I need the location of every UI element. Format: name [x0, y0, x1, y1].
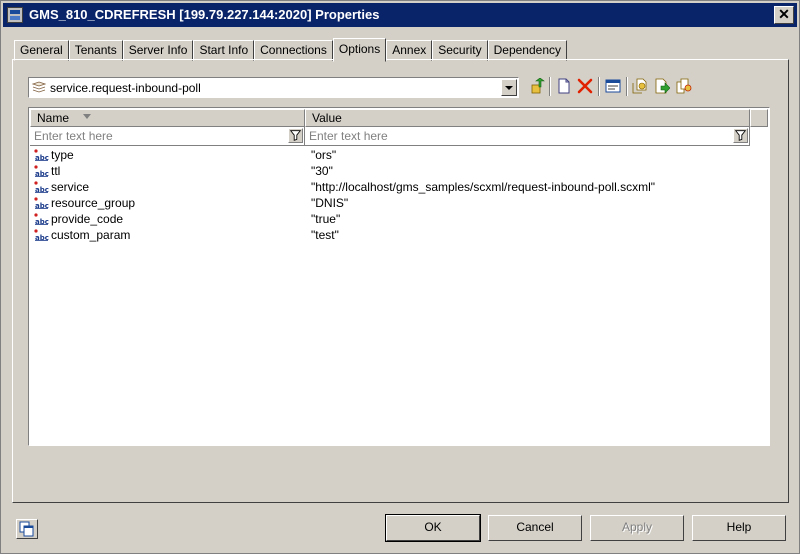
ok-button[interactable]: OK: [385, 514, 481, 542]
column-header-name[interactable]: Name: [30, 109, 305, 127]
tab-annex[interactable]: Annex: [386, 40, 433, 61]
filter-icon[interactable]: [733, 128, 748, 143]
name-filter: [30, 127, 305, 146]
svg-text:abc: abc: [35, 154, 49, 161]
value-filter: [305, 127, 750, 146]
section-selector[interactable]: service.request-inbound-poll: [28, 77, 519, 98]
tab-server-info[interactable]: Server Info: [122, 40, 194, 61]
string-type-icon: abc: [34, 213, 49, 225]
toolbar-separator: [598, 77, 600, 96]
tab-security[interactable]: Security: [432, 40, 488, 61]
table-row[interactable]: abc provide_code "true": [30, 211, 767, 227]
move-up-icon[interactable]: [529, 78, 545, 94]
string-type-icon: abc: [34, 229, 49, 241]
option-name: resource_group: [51, 196, 136, 210]
help-button[interactable]: Help: [692, 515, 786, 541]
filter-icon[interactable]: [288, 128, 303, 143]
svg-text:abc: abc: [35, 186, 49, 193]
column-header-value-label: Value: [312, 111, 342, 125]
window-title: GMS_810_CDREFRESH [199.79.227.144:2020] …: [29, 7, 380, 22]
tab-general[interactable]: General: [14, 40, 69, 61]
table-row[interactable]: abc ttl "30": [30, 163, 767, 179]
option-value: "DNIS": [311, 196, 349, 210]
option-name: custom_param: [51, 228, 131, 242]
toolbar-separator: [549, 77, 551, 96]
close-button[interactable]: ✕: [774, 6, 794, 24]
option-value: "http://localhost/gms_samples/scxml/requ…: [311, 180, 655, 194]
apply-button[interactable]: Apply: [590, 515, 684, 541]
section-icon: [32, 81, 46, 93]
option-name: ttl: [51, 164, 61, 178]
svg-text:abc: abc: [35, 202, 49, 209]
new-icon[interactable]: [556, 78, 572, 94]
delete-icon[interactable]: [577, 78, 593, 94]
edit-icon[interactable]: [605, 78, 621, 94]
option-name: service: [51, 180, 90, 194]
copy-icon[interactable]: [676, 78, 692, 94]
tab-strip: General Tenants Server Info Start Info C…: [14, 38, 567, 62]
option-value: "test": [311, 228, 339, 242]
import-icon[interactable]: [632, 78, 648, 94]
table-row[interactable]: abc type "ors": [30, 147, 767, 163]
tab-tenants[interactable]: Tenants: [68, 40, 123, 61]
value-filter-input[interactable]: [309, 128, 549, 144]
table-row[interactable]: abc custom_param "test": [30, 227, 767, 243]
app-icon: [7, 7, 23, 23]
tab-start-info[interactable]: Start Info: [193, 40, 255, 61]
option-value: "30": [311, 164, 333, 178]
export-icon[interactable]: [654, 78, 670, 94]
svg-text:abc: abc: [35, 218, 49, 225]
properties-dialog: GMS_810_CDREFRESH [199.79.227.144:2020] …: [0, 0, 800, 554]
column-header-value[interactable]: Value: [305, 109, 750, 127]
option-name: type: [51, 148, 74, 162]
column-header-filler: [750, 109, 768, 127]
option-value: "true": [311, 212, 341, 226]
cancel-button[interactable]: Cancel: [488, 515, 582, 541]
option-value: "ors": [311, 148, 337, 162]
title-bar[interactable]: GMS_810_CDREFRESH [199.79.227.144:2020] …: [3, 3, 797, 27]
option-name: provide_code: [51, 212, 124, 226]
string-type-icon: abc: [34, 165, 49, 177]
section-selector-value: service.request-inbound-poll: [50, 81, 201, 95]
column-header-name-label: Name: [37, 111, 70, 125]
sort-descending-icon: [83, 114, 91, 119]
copy-window-icon: [19, 521, 34, 537]
chevron-down-icon[interactable]: [501, 79, 517, 96]
string-type-icon: abc: [34, 197, 49, 209]
tab-dependency[interactable]: Dependency: [487, 40, 567, 61]
svg-text:abc: abc: [35, 234, 49, 241]
tab-connections[interactable]: Connections: [254, 40, 333, 61]
svg-text:abc: abc: [35, 170, 49, 177]
tab-options[interactable]: Options: [332, 38, 387, 62]
toolbar-separator: [626, 77, 628, 96]
string-type-icon: abc: [34, 181, 49, 193]
copy-window-button[interactable]: [16, 519, 38, 539]
string-type-icon: abc: [34, 149, 49, 161]
table-row[interactable]: abc service "http://localhost/gms_sample…: [30, 179, 767, 195]
name-filter-input[interactable]: [34, 128, 274, 144]
options-grid: Name Value abc type "ors" abc ttl: [28, 107, 770, 446]
table-row[interactable]: abc resource_group "DNIS": [30, 195, 767, 211]
